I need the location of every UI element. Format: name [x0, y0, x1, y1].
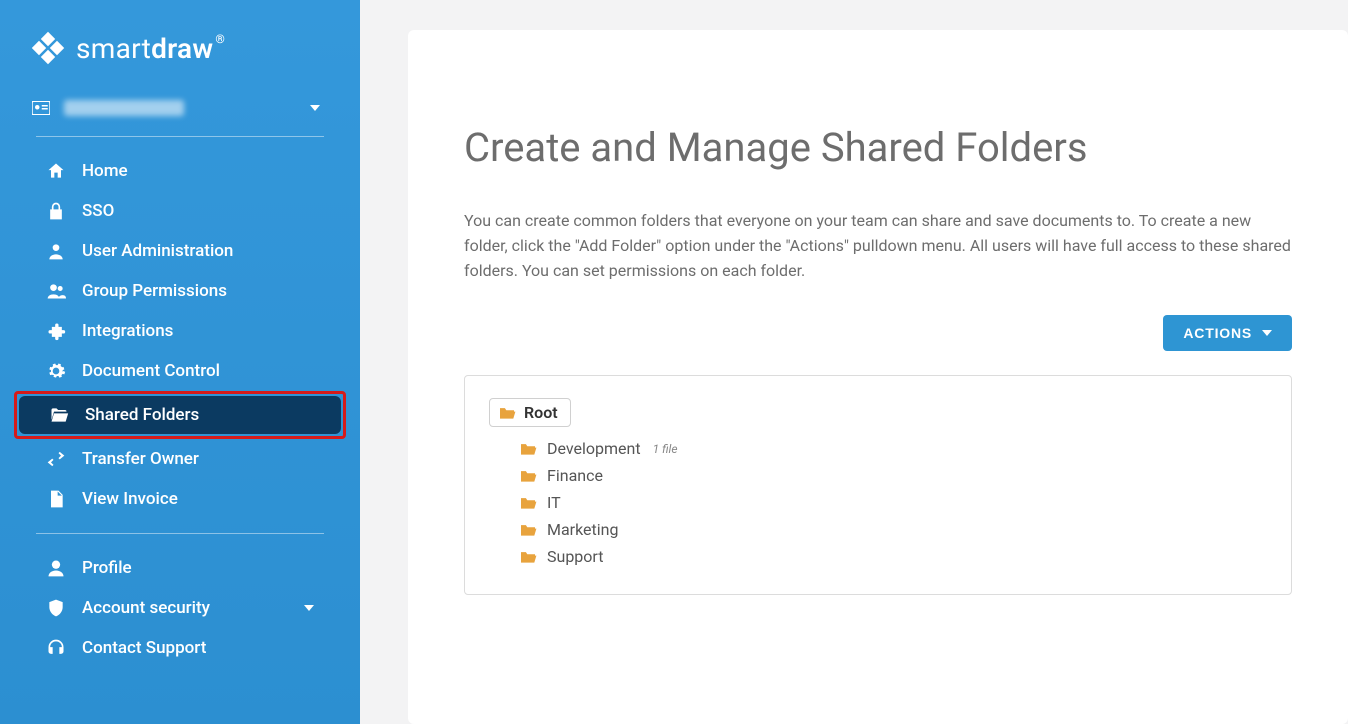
- headset-icon: [46, 638, 66, 658]
- folder-label: IT: [547, 493, 561, 512]
- folder-label: Development: [547, 439, 641, 458]
- sidebar-item-label: Shared Folders: [85, 405, 199, 425]
- actions-button[interactable]: ACTIONS: [1163, 315, 1292, 351]
- sidebar-item-sso[interactable]: SSO: [16, 192, 344, 230]
- sidebar-item-group-perms[interactable]: Group Permissions: [16, 272, 344, 310]
- folder-item-development[interactable]: Development 1 file: [519, 439, 1267, 458]
- secondary-nav: Profile Account security Contact Support: [0, 544, 360, 672]
- folder-open-icon: [498, 406, 516, 420]
- document-icon: [46, 489, 66, 509]
- page-title: Create and Manage Shared Folders: [464, 124, 1292, 171]
- folder-label: Support: [547, 547, 603, 566]
- sidebar-item-profile[interactable]: Profile: [16, 549, 344, 587]
- brand-name: smartdraw®: [76, 32, 225, 65]
- folder-open-icon: [519, 496, 537, 510]
- folder-item-finance[interactable]: Finance: [519, 466, 1267, 485]
- id-card-icon: [32, 101, 50, 115]
- folder-root-label: Root: [524, 403, 558, 422]
- sidebar-item-label: View Invoice: [82, 489, 178, 509]
- lock-icon: [46, 201, 66, 221]
- shield-icon: [46, 598, 66, 618]
- chevron-down-icon: [304, 605, 314, 611]
- folder-open-icon: [519, 550, 537, 564]
- folder-root[interactable]: Root: [489, 398, 571, 427]
- folder-item-support[interactable]: Support: [519, 547, 1267, 566]
- sidebar-item-label: Transfer Owner: [82, 449, 199, 469]
- primary-nav: Home SSO User Administration Group Permi…: [0, 147, 360, 523]
- chevron-down-icon: [1262, 330, 1272, 336]
- main-area: Create and Manage Shared Folders You can…: [360, 0, 1348, 724]
- actions-button-label: ACTIONS: [1183, 325, 1252, 341]
- sidebar-item-contact-support[interactable]: Contact Support: [16, 629, 344, 667]
- folder-open-icon: [519, 442, 537, 456]
- sidebar-item-label: Document Control: [82, 361, 220, 381]
- divider: [36, 136, 324, 137]
- sidebar-item-label: SSO: [82, 201, 114, 221]
- sidebar-item-account-security[interactable]: Account security: [16, 589, 344, 627]
- account-selector[interactable]: [0, 86, 360, 130]
- sidebar-item-label: User Administration: [82, 241, 233, 261]
- home-icon: [46, 161, 66, 181]
- highlighted-nav-item: Shared Folders: [14, 391, 346, 439]
- puzzle-icon: [46, 321, 66, 341]
- chevron-down-icon: [310, 105, 320, 111]
- sidebar-item-doc-control[interactable]: Document Control: [16, 352, 344, 390]
- folder-open-icon: [49, 405, 69, 425]
- folder-label: Finance: [547, 466, 603, 485]
- sidebar-item-view-invoice[interactable]: View Invoice: [16, 480, 344, 518]
- content-card: Create and Manage Shared Folders You can…: [408, 30, 1348, 724]
- gear-icon: [46, 361, 66, 381]
- sidebar-item-shared-folders[interactable]: Shared Folders: [19, 396, 341, 434]
- folder-open-icon: [519, 523, 537, 537]
- folder-tree: Root Development 1 file Finance IT: [464, 375, 1292, 595]
- sidebar-item-label: Home: [82, 161, 128, 181]
- transfer-icon: [46, 449, 66, 469]
- sidebar-item-label: Account security: [82, 598, 210, 618]
- folder-meta: 1 file: [653, 442, 678, 456]
- profile-icon: [46, 558, 66, 578]
- smartdraw-logo-icon: [30, 30, 66, 66]
- folder-item-marketing[interactable]: Marketing: [519, 520, 1267, 539]
- brand-logo[interactable]: smartdraw®: [0, 24, 360, 86]
- page-description: You can create common folders that every…: [464, 209, 1292, 283]
- user-icon: [46, 241, 66, 261]
- sidebar-item-label: Integrations: [82, 321, 173, 341]
- sidebar-item-transfer-owner[interactable]: Transfer Owner: [16, 440, 344, 478]
- divider: [36, 533, 324, 534]
- folder-item-it[interactable]: IT: [519, 493, 1267, 512]
- sidebar: smartdraw® Home SSO User Administratio: [0, 0, 360, 724]
- users-icon: [46, 281, 66, 301]
- sidebar-item-label: Group Permissions: [82, 281, 227, 301]
- sidebar-item-label: Profile: [82, 558, 132, 578]
- actions-row: ACTIONS: [464, 315, 1292, 351]
- sidebar-item-integrations[interactable]: Integrations: [16, 312, 344, 350]
- sidebar-item-home[interactable]: Home: [16, 152, 344, 190]
- account-name-obscured: [64, 100, 184, 116]
- sidebar-item-label: Contact Support: [82, 638, 206, 658]
- sidebar-item-user-admin[interactable]: User Administration: [16, 232, 344, 270]
- folder-label: Marketing: [547, 520, 618, 539]
- folder-open-icon: [519, 469, 537, 483]
- folder-children: Development 1 file Finance IT Marketing: [519, 439, 1267, 566]
